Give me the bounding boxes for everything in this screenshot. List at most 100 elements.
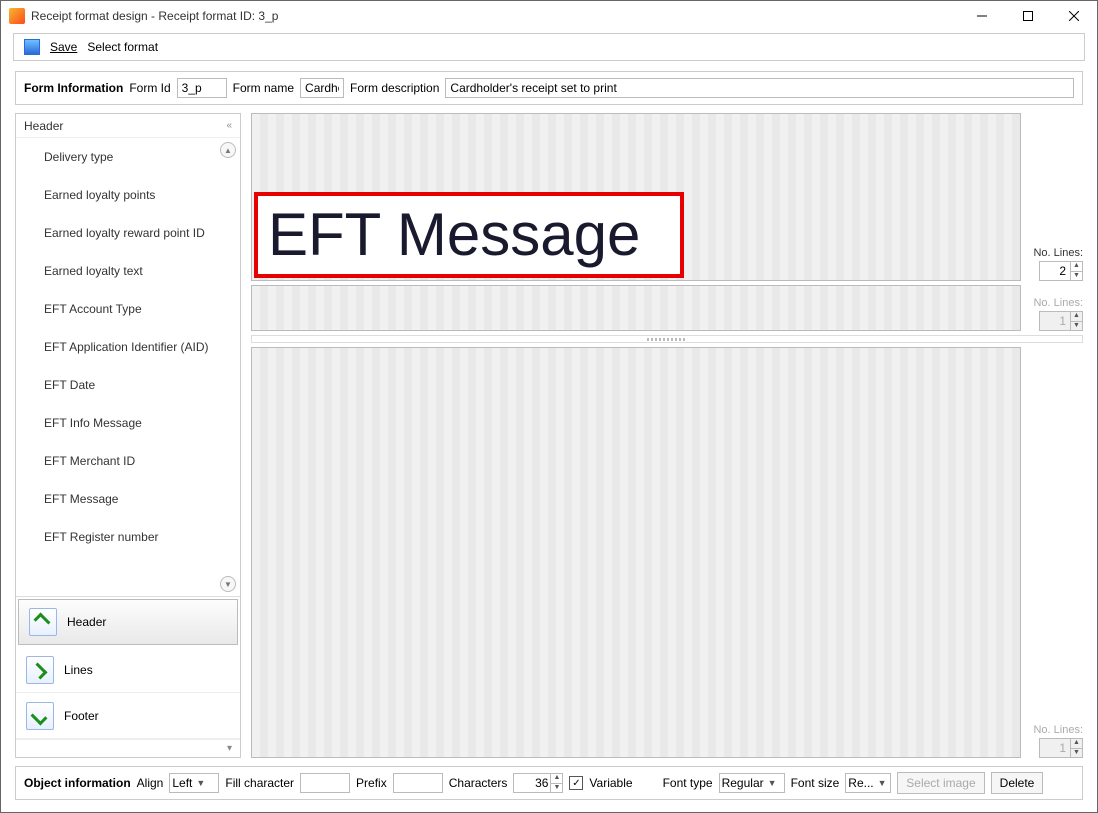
scroll-up-button[interactable]: ▲	[220, 142, 236, 158]
sidebar-header-label: Header	[24, 119, 63, 133]
spin-up-icon: ▲	[1070, 312, 1082, 321]
object-information-bar: Object information Align Left▼ Fill char…	[15, 766, 1083, 800]
form-desc-input[interactable]	[445, 78, 1074, 98]
titlebar: Receipt format design - Receipt format I…	[1, 1, 1097, 31]
footer-layout-box[interactable]	[251, 347, 1021, 758]
characters-spinner[interactable]: ▲▼	[513, 773, 563, 793]
app-window: Receipt format design - Receipt format I…	[0, 0, 1098, 813]
sidebar-list: ▲ Delivery type Earned loyalty points Ea…	[16, 138, 240, 596]
sidebar-item-earned-loyalty-text[interactable]: Earned loyalty text	[16, 252, 240, 290]
chevron-down-icon: ▼	[764, 778, 777, 788]
characters-input[interactable]	[514, 776, 550, 790]
scroll-down-button[interactable]: ▼	[220, 576, 236, 592]
footer-lines-spinner: ▲▼	[1039, 738, 1083, 758]
sidebar-item-eft-date[interactable]: EFT Date	[16, 366, 240, 404]
align-value: Left	[172, 776, 192, 790]
sidebar-item-earned-loyalty-reward-point-id[interactable]: Earned loyalty reward point ID	[16, 214, 240, 252]
sidebar-header[interactable]: Header «	[16, 114, 240, 138]
font-size-value: Re...	[848, 776, 873, 790]
maximize-button[interactable]	[1005, 1, 1051, 31]
sidebar: Header « ▲ Delivery type Earned loyalty …	[15, 113, 241, 758]
header-icon	[29, 608, 57, 636]
sidebar-item-eft-message[interactable]: EFT Message	[16, 480, 240, 518]
header-lines-spinner[interactable]: ▲▼	[1039, 261, 1083, 281]
nav-header[interactable]: Header	[18, 599, 238, 645]
no-lines-label-3: No. Lines:	[1033, 724, 1083, 736]
sidebar-item-earned-loyalty-points[interactable]: Earned loyalty points	[16, 176, 240, 214]
form-id-label: Form Id	[129, 81, 170, 95]
font-size-label: Font size	[791, 776, 840, 790]
form-name-input[interactable]	[300, 78, 344, 98]
spin-up-icon[interactable]: ▲	[1070, 262, 1082, 271]
form-name-label: Form name	[233, 81, 294, 95]
footer-section-row: No. Lines: ▲▼	[251, 347, 1083, 758]
sidebar-item-eft-info-message[interactable]: EFT Info Message	[16, 404, 240, 442]
characters-label: Characters	[449, 776, 508, 790]
grip-icon	[647, 338, 687, 341]
spin-down-icon: ▼	[1070, 321, 1082, 330]
align-select[interactable]: Left▼	[169, 773, 219, 793]
splitter[interactable]	[251, 335, 1083, 343]
sidebar-item-eft-merchant-id[interactable]: EFT Merchant ID	[16, 442, 240, 480]
collapse-icon: «	[226, 120, 232, 131]
maximize-icon	[1023, 11, 1033, 21]
window-controls	[959, 1, 1097, 31]
header-layout-box[interactable]: EFT Message	[251, 113, 1021, 281]
form-id-input[interactable]	[177, 78, 227, 98]
variable-label: Variable	[589, 776, 632, 790]
select-image-button: Select image	[897, 772, 984, 794]
fill-label: Fill character	[225, 776, 294, 790]
close-button[interactable]	[1051, 1, 1097, 31]
spin-down-icon[interactable]: ▼	[550, 783, 562, 792]
placed-field-label: EFT Message	[268, 205, 640, 265]
no-lines-label: No. Lines:	[1033, 247, 1083, 259]
object-info-label: Object information	[24, 776, 131, 790]
window-title: Receipt format design - Receipt format I…	[31, 9, 959, 23]
nav-lines[interactable]: Lines	[16, 647, 240, 693]
lines-section-row: No. Lines: ▲▼	[251, 285, 1083, 331]
spin-down-icon: ▼	[1070, 748, 1082, 757]
select-format-button[interactable]: Select format	[87, 40, 158, 54]
nav-footer-label: Footer	[64, 709, 99, 723]
sidebar-item-eft-register-number[interactable]: EFT Register number	[16, 518, 240, 556]
spin-down-icon[interactable]: ▼	[1070, 271, 1082, 280]
nav-sections: Header Lines Footer	[16, 596, 240, 739]
sidebar-more[interactable]: ▾	[16, 739, 240, 757]
spin-up-icon[interactable]: ▲	[550, 774, 562, 783]
fill-character-input[interactable]	[300, 773, 350, 793]
content-area: Form Information Form Id Form name Form …	[1, 63, 1097, 812]
prefix-input[interactable]	[393, 773, 443, 793]
minimize-button[interactable]	[959, 1, 1005, 31]
minimize-icon	[977, 11, 987, 21]
prefix-label: Prefix	[356, 776, 387, 790]
lines-lines-spinner: ▲▼	[1039, 311, 1083, 331]
placed-field-eft-message[interactable]: EFT Message	[254, 192, 684, 278]
close-icon	[1069, 11, 1079, 21]
nav-footer[interactable]: Footer	[16, 693, 240, 739]
font-type-label: Font type	[663, 776, 713, 790]
header-lines-control: No. Lines: ▲▼	[1027, 247, 1083, 281]
nav-lines-label: Lines	[64, 663, 93, 677]
font-size-select[interactable]: Re...▼	[845, 773, 891, 793]
app-icon	[9, 8, 25, 24]
nav-header-label: Header	[67, 615, 106, 629]
footer-lines-input	[1040, 741, 1070, 755]
chevron-down-icon: ▼	[192, 778, 205, 788]
sidebar-item-delivery-type[interactable]: Delivery type	[16, 138, 240, 176]
chevron-down-icon: ▼	[874, 778, 887, 788]
save-icon	[24, 39, 40, 55]
variable-checkbox[interactable]: ✓	[569, 776, 583, 790]
form-information-bar: Form Information Form Id Form name Form …	[15, 71, 1083, 105]
sidebar-item-eft-aid[interactable]: EFT Application Identifier (AID)	[16, 328, 240, 366]
lines-icon	[26, 656, 54, 684]
sidebar-item-eft-account-type[interactable]: EFT Account Type	[16, 290, 240, 328]
body: Header « ▲ Delivery type Earned loyalty …	[15, 113, 1083, 758]
font-type-value: Regular	[722, 776, 764, 790]
font-type-select[interactable]: Regular▼	[719, 773, 785, 793]
save-button[interactable]: Save	[50, 40, 77, 54]
spin-up-icon: ▲	[1070, 739, 1082, 748]
lines-lines-control: No. Lines: ▲▼	[1027, 297, 1083, 331]
header-lines-input[interactable]	[1040, 264, 1070, 278]
lines-layout-box[interactable]	[251, 285, 1021, 331]
delete-button[interactable]: Delete	[991, 772, 1044, 794]
